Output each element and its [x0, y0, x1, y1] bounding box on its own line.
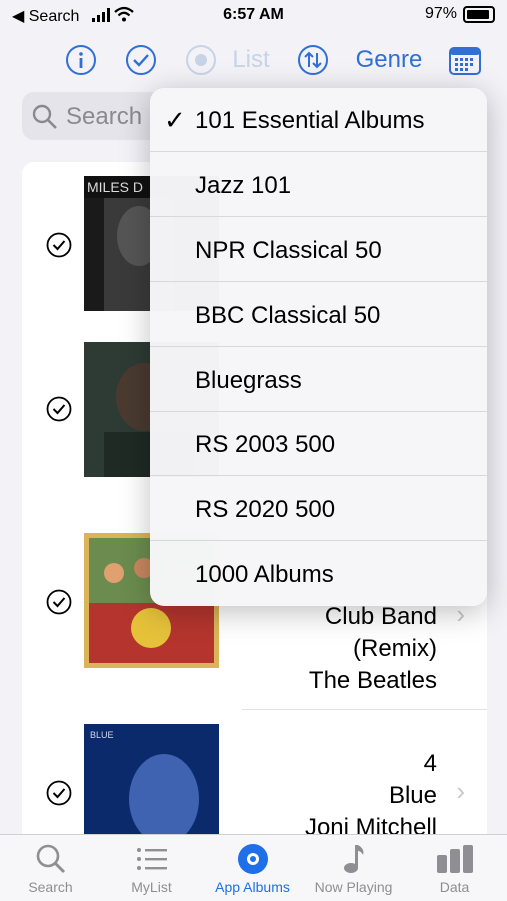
menu-item[interactable]: BBC Classical 50: [150, 283, 487, 347]
menu-item-label: Bluegrass: [195, 367, 302, 394]
status-bar: ◀ Search 6:57 AM 97%: [0, 0, 507, 30]
genre-dropdown-menu: ✓ 101 Essential Albums Jazz 101 NPR Clas…: [150, 88, 487, 606]
battery-percent: 97%: [424, 5, 457, 22]
divider: [150, 281, 487, 282]
tab-label: MyList: [131, 879, 172, 895]
calendar-button[interactable]: [446, 40, 484, 80]
list-icon: [136, 848, 167, 870]
menu-item[interactable]: RS 2020 500: [150, 477, 487, 541]
album-artwork: BLUE: [84, 724, 219, 852]
tab-label: Now Playing: [314, 879, 393, 895]
album-title-line: (Remix): [353, 635, 437, 662]
tab-mylist[interactable]: MyList: [101, 843, 202, 895]
tab-label: Search: [28, 879, 73, 895]
select-all-button[interactable]: [122, 40, 160, 80]
divider: [150, 216, 487, 217]
album-title-line: Blue: [388, 782, 437, 809]
menu-item[interactable]: Bluegrass: [150, 348, 487, 412]
menu-item-label: RS 2020 500: [195, 496, 336, 523]
list-button[interactable]: List: [228, 40, 274, 80]
battery-icon: [463, 5, 495, 23]
album-info: Club Band (Remix) The Beatles: [309, 601, 437, 697]
tab-search[interactable]: Search: [0, 843, 101, 895]
album-number: 4: [423, 750, 437, 777]
checkmark-circle-icon[interactable]: [46, 396, 72, 422]
chevron-right-icon: ›: [456, 776, 465, 806]
divider: [150, 151, 487, 152]
menu-item-label: RS 2003 500: [195, 431, 336, 458]
battery: 97%: [425, 5, 495, 23]
tab-label: Data: [439, 879, 470, 895]
menu-item-label: Jazz 101: [195, 172, 292, 199]
menu-item[interactable]: ✓ 101 Essential Albums: [150, 88, 487, 152]
tab-label: App Albums: [215, 879, 290, 895]
menu-item[interactable]: NPR Classical 50: [150, 218, 487, 282]
bar-chart-icon: [436, 845, 473, 873]
record-circle-icon: [186, 45, 216, 75]
toolbar: List Genre: [0, 40, 507, 80]
sort-arrows-icon: [298, 45, 328, 75]
search-placeholder: Search: [66, 103, 143, 130]
list-item[interactable]: BLUE 4 Blue Joni Mitchell ›: [22, 710, 487, 852]
menu-item-label: BBC Classical 50: [195, 302, 381, 329]
tab-data[interactable]: Data: [404, 843, 505, 895]
sort-button[interactable]: [294, 40, 332, 80]
menu-item-label: 101 Essential Albums: [195, 107, 425, 134]
menu-item[interactable]: 1000 Albums: [150, 542, 487, 606]
menu-item[interactable]: RS 2003 500: [150, 412, 487, 476]
tab-bar: Search MyList App Albums Now Playing Dat…: [0, 834, 507, 901]
checkmark-icon: ✓: [164, 105, 186, 135]
music-note-icon: [343, 845, 363, 873]
checkmark-circle-icon[interactable]: [46, 589, 72, 615]
checkmark-circle-icon[interactable]: [46, 232, 72, 258]
tab-now-playing[interactable]: Now Playing: [303, 843, 404, 895]
divider: [150, 346, 487, 347]
album-artist: The Beatles: [308, 667, 437, 694]
info-icon: [66, 45, 96, 75]
record-button[interactable]: [182, 40, 220, 80]
genre-button[interactable]: Genre: [352, 40, 426, 80]
search-icon: [32, 104, 57, 129]
svg-text:BLUE: BLUE: [90, 730, 114, 740]
menu-item[interactable]: Jazz 101: [150, 153, 487, 217]
checkmark-circle-icon: [126, 45, 156, 75]
menu-item-label: 1000 Albums: [195, 561, 334, 588]
record-circle-icon: [237, 844, 268, 874]
calendar-icon: [449, 47, 481, 75]
album-info: 4 Blue Joni Mitchell: [305, 748, 437, 844]
svg-text:MILES D: MILES D: [87, 179, 143, 195]
tab-app-albums[interactable]: App Albums: [202, 843, 303, 895]
divider: [150, 475, 487, 476]
divider: [150, 540, 487, 541]
info-button[interactable]: [62, 40, 100, 80]
search-icon: [36, 844, 65, 874]
menu-item-label: NPR Classical 50: [195, 237, 382, 264]
checkmark-circle-icon[interactable]: [46, 780, 72, 806]
